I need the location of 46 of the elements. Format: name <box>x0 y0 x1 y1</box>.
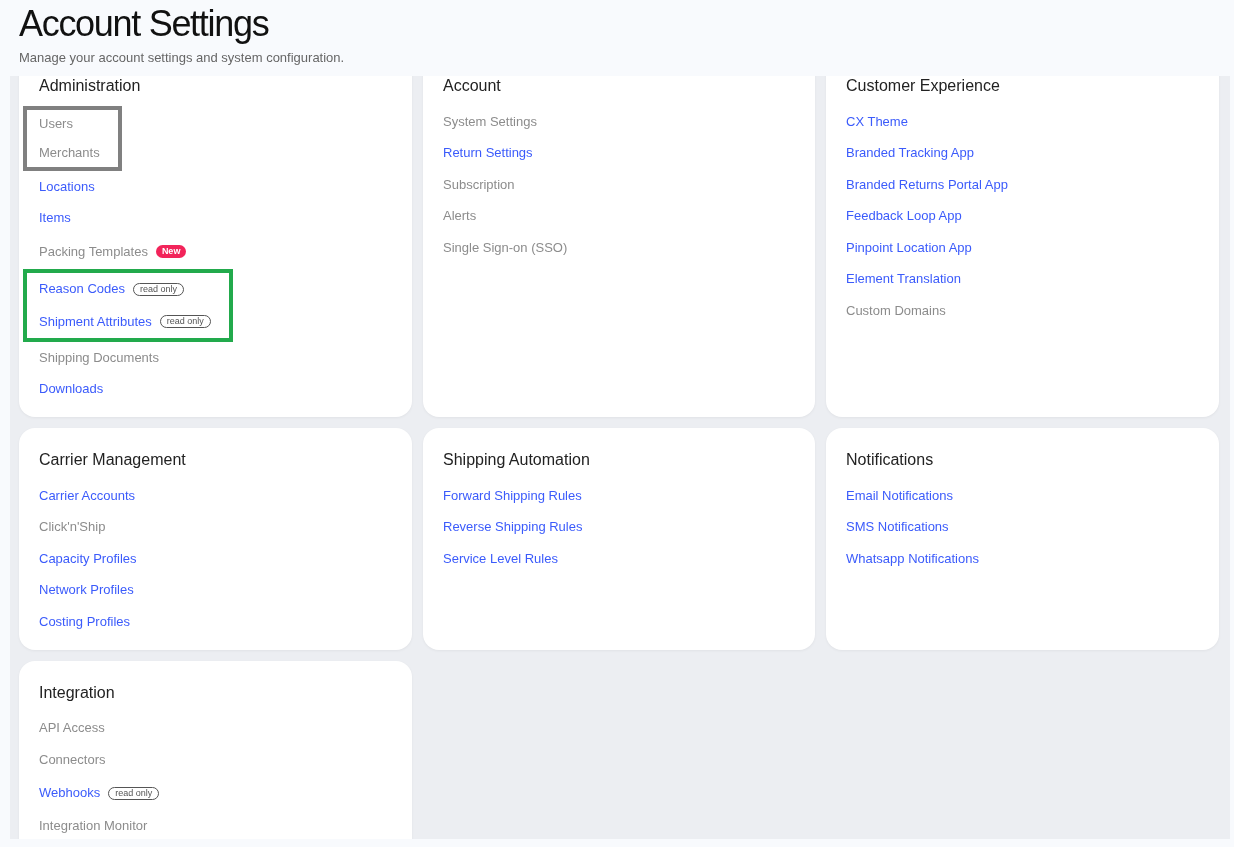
settings-link[interactable]: Items <box>39 210 71 227</box>
card-title: Customer Experience <box>846 76 1000 96</box>
settings-link[interactable]: Click'n'Ship <box>39 519 106 536</box>
settings-link[interactable]: Reverse Shipping Rules <box>443 519 583 536</box>
card-title: Integration <box>39 682 115 703</box>
page-title: Account Settings <box>19 4 269 44</box>
card-title: Notifications <box>846 450 934 470</box>
settings-link[interactable]: Branded Tracking App <box>846 145 974 162</box>
settings-link[interactable]: Email Notifications <box>846 487 953 504</box>
settings-link[interactable]: Downloads <box>39 381 104 398</box>
settings-link[interactable]: Users <box>39 116 73 133</box>
settings-link[interactable]: Integration Monitor <box>39 818 148 835</box>
settings-link[interactable]: Forward Shipping Rules <box>443 487 582 504</box>
settings-link[interactable]: Feedback Loop App <box>846 208 962 225</box>
settings-link[interactable]: Whatsapp Notifications <box>846 550 979 567</box>
settings-link[interactable]: Costing Profiles <box>39 613 131 630</box>
settings-link[interactable]: Pinpoint Location App <box>846 239 972 256</box>
settings-link[interactable]: CX Theme <box>846 113 908 130</box>
settings-link[interactable]: Connectors <box>39 751 106 768</box>
settings-link[interactable]: Locations <box>39 178 95 195</box>
settings-link[interactable]: Webhooks <box>39 785 101 801</box>
card-title: Shipping Automation <box>443 450 590 470</box>
page-subtitle: Manage your account settings and system configuration. <box>19 50 345 66</box>
settings-link[interactable]: Subscription <box>443 176 515 193</box>
settings-link[interactable]: Element Translation <box>846 271 961 288</box>
new-badge: New <box>155 245 187 258</box>
settings-link[interactable]: Custom Domains <box>846 302 946 319</box>
settings-link[interactable]: Carrier Accounts <box>39 487 136 504</box>
card-title: Carrier Management <box>39 450 186 470</box>
settings-link[interactable]: System Settings <box>443 113 537 130</box>
settings-link[interactable]: Packing Templates <box>39 243 148 260</box>
settings-link[interactable]: Capacity Profiles <box>39 550 137 567</box>
settings-link[interactable]: Single Sign-on (SSO) <box>443 239 568 256</box>
settings-link[interactable]: Network Profiles <box>39 582 134 599</box>
settings-link[interactable]: SMS Notifications <box>846 519 949 536</box>
settings-link[interactable]: Alerts <box>443 208 477 225</box>
settings-link[interactable]: Shipment Attributes <box>39 313 152 330</box>
settings-link[interactable]: Return Settings <box>443 145 533 162</box>
card-title: Account <box>443 76 501 96</box>
settings-link[interactable]: Branded Returns Portal App <box>846 176 1008 193</box>
settings-link[interactable]: Service Level Rules <box>443 550 558 567</box>
settings-link[interactable]: Merchants <box>39 144 100 161</box>
settings-link[interactable]: Reason Codes <box>39 281 125 298</box>
settings-link[interactable]: Shipping Documents <box>39 349 159 366</box>
settings-link[interactable]: API Access <box>39 720 105 737</box>
card-title: Administration <box>39 76 141 96</box>
